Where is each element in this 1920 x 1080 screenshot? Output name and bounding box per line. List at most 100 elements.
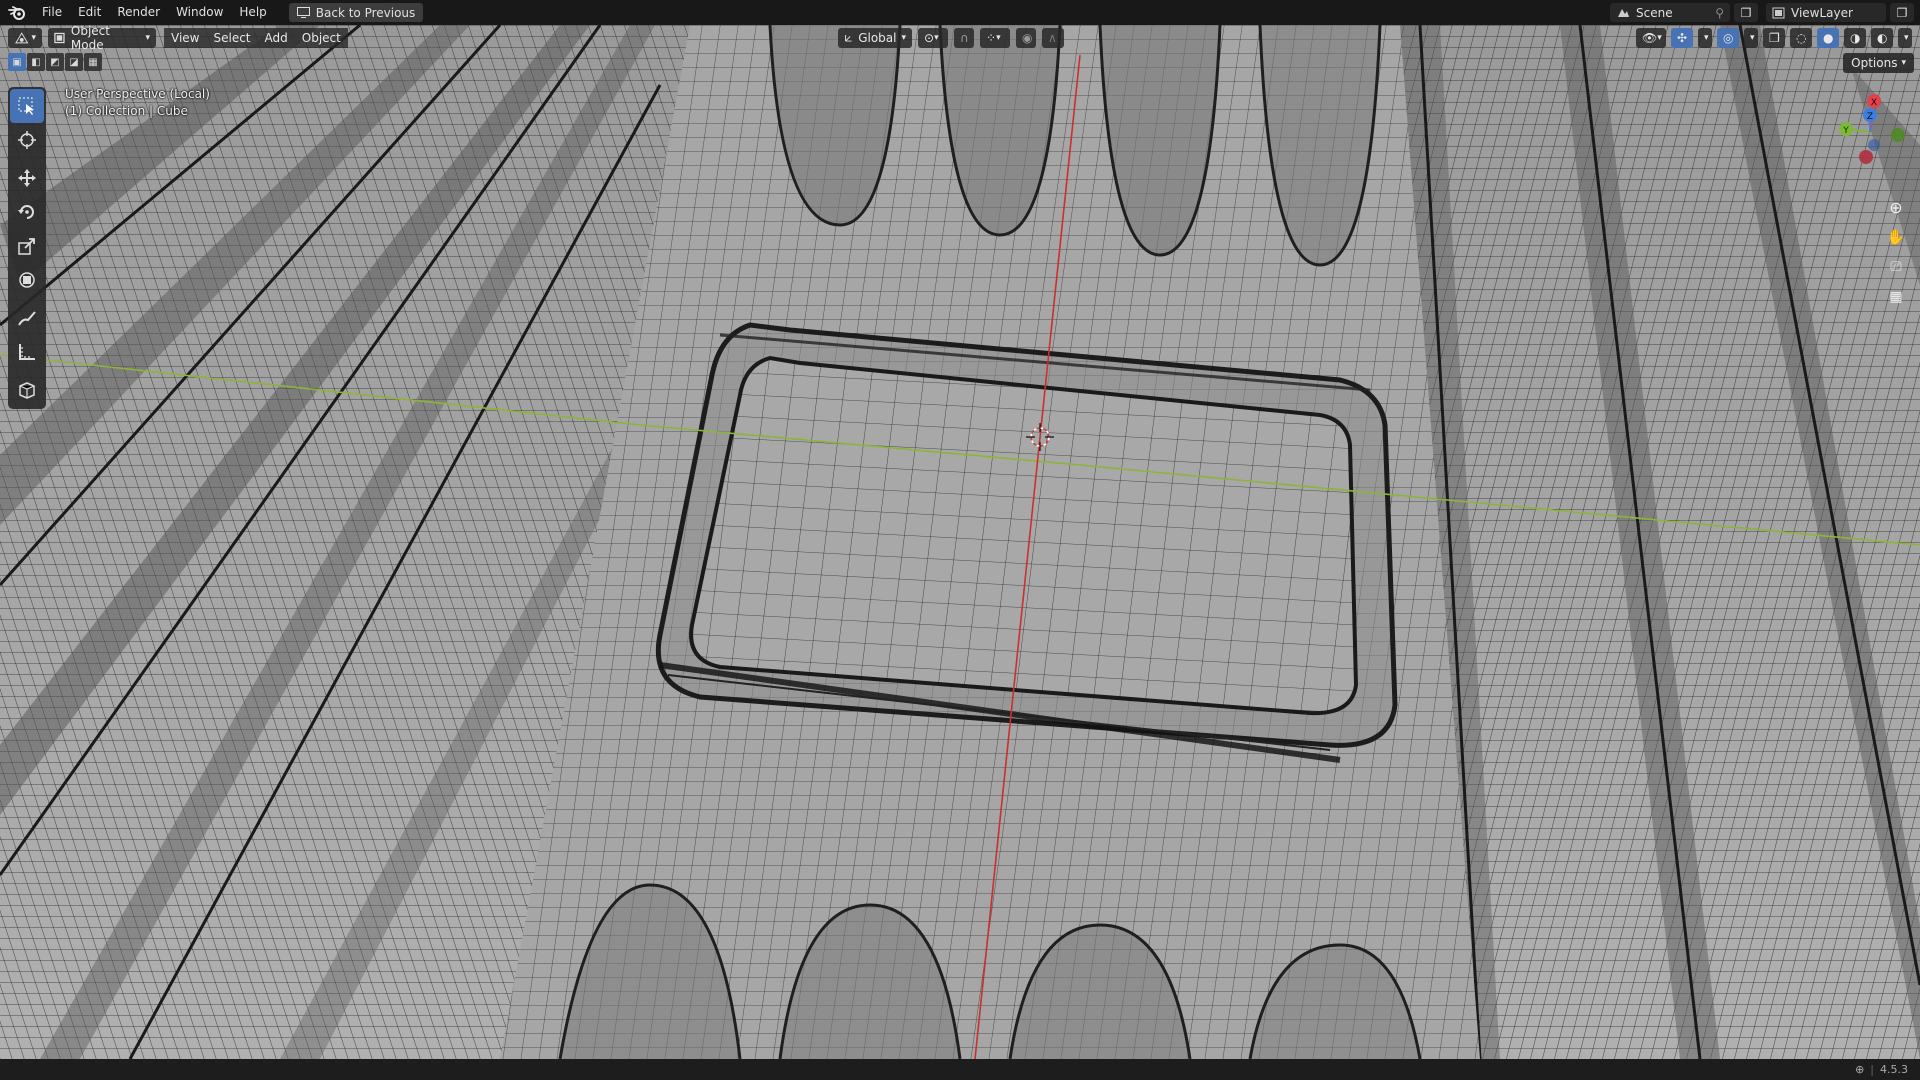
orientation-icon (845, 34, 852, 42)
pan-button[interactable]: ✋ (1884, 225, 1908, 249)
object-mode-dropdown[interactable]: Object Mode ▾ (48, 25, 156, 52)
menu-add[interactable]: Add (257, 28, 295, 48)
scale-icon (18, 238, 35, 255)
shading-wireframe-button[interactable]: ◌ (1790, 28, 1812, 48)
rotate-icon (18, 205, 34, 219)
selection-mode-buttons: ▣ ◧ ◩ ◪ ▦ (8, 53, 102, 71)
magnet-icon: ∩ (960, 31, 969, 45)
gizmo-x-label: X (1871, 98, 1877, 108)
object-mode-label: Object Mode (70, 25, 110, 52)
menu-object[interactable]: Object (294, 28, 348, 48)
gizmo-toggle[interactable]: ✣ (1671, 28, 1693, 48)
menu-window[interactable]: Window (168, 0, 231, 25)
viewport-display-controls: 👁 ▾ ✣ ▾ ◎ ▾ ❐ ◌ ● ◑ ◐ ▾ (1636, 28, 1914, 48)
pin-icon[interactable]: ⚲ (1715, 6, 1724, 20)
status-bar: ⊕ | 4.5.3 (0, 1059, 1920, 1080)
gizmo-dropdown[interactable]: ▾ (1698, 28, 1712, 48)
zoom-button[interactable]: ⊕ (1884, 195, 1908, 219)
shading-rendered-button[interactable]: ◐ (1871, 28, 1893, 48)
mesh-wireframe (0, 25, 1920, 1059)
pivot-icon: ⊙ (924, 31, 935, 45)
falloff-dropdown[interactable]: ∧ (1042, 28, 1064, 48)
rotate-tool[interactable] (10, 195, 44, 229)
scene-selector[interactable]: Scene ⚲ (1610, 3, 1730, 22)
back-to-previous-button[interactable]: Back to Previous (288, 3, 424, 22)
menu-view[interactable]: View (164, 28, 207, 48)
3d-view-icon (15, 32, 29, 44)
select-extend-button[interactable]: ◧ (27, 53, 45, 71)
globe-icon: ⊕ (1855, 1063, 1865, 1076)
proportional-edit-icon: ◉ (1022, 31, 1033, 45)
overlays-toggle[interactable]: ◎ (1717, 28, 1739, 48)
new-scene-button[interactable]: ❐ (1734, 3, 1758, 22)
version-text: 4.5.3 (1880, 1063, 1908, 1076)
screen-icon (296, 7, 310, 18)
zoom-icon: ⊕ (1889, 197, 1903, 217)
top-menubar: File Edit Render Window Help Back to Pre… (0, 0, 1920, 25)
gizmo-x-negative[interactable] (1859, 150, 1873, 164)
snap-target-dropdown[interactable]: ⁘ ▾ (980, 28, 1010, 48)
view-layer-selector[interactable]: ViewLayer (1766, 3, 1886, 22)
cursor-icon (18, 131, 36, 149)
move-tool[interactable] (10, 161, 44, 195)
add-cube-icon (19, 382, 35, 399)
select-extend-icon: ◧ (31, 56, 41, 68)
orientation-label: Global (858, 31, 897, 45)
snap-toggle[interactable]: ∩ (954, 28, 974, 48)
viewport-header: ▾ Object Mode ▾ View Select Add Object G… (0, 25, 1920, 52)
select-subtract-icon: ◩ (50, 56, 60, 68)
measure-tool[interactable] (10, 335, 44, 369)
ortho-toggle-button[interactable]: ▦ (1884, 285, 1908, 309)
editor-type-button[interactable]: ▾ (8, 28, 42, 48)
menu-edit[interactable]: Edit (70, 0, 109, 25)
blender-logo-icon[interactable] (0, 0, 34, 25)
proportional-edit-toggle[interactable]: ◉ (1016, 28, 1036, 48)
shading-solid-button[interactable]: ● (1817, 28, 1839, 48)
select-invert-button[interactable]: ◪ (65, 53, 83, 71)
gizmo-z-label: Z (1867, 112, 1873, 122)
shading-dropdown[interactable]: ▾ (1898, 28, 1912, 48)
transform-tool[interactable] (10, 263, 44, 297)
object-mode-icon (54, 32, 65, 44)
view-layer-icon (1772, 7, 1785, 18)
scene-icon (1618, 8, 1629, 17)
new-view-layer-button[interactable]: ❐ (1890, 3, 1914, 22)
gizmo-y-negative[interactable] (1891, 128, 1905, 142)
select-box-tool[interactable] (10, 89, 44, 123)
select-intersect-button[interactable]: ▦ (84, 53, 102, 71)
measure-icon (19, 344, 35, 360)
select-new-icon: ▣ (12, 56, 22, 68)
view-name-text: User Perspective (Local) (65, 87, 210, 101)
camera-view-button[interactable]: ⎚ (1884, 255, 1908, 279)
select-box-icon (18, 97, 34, 115)
3d-viewport[interactable]: ▾ Object Mode ▾ View Select Add Object G… (0, 25, 1920, 1059)
select-new-button[interactable]: ▣ (8, 53, 26, 71)
menu-render[interactable]: Render (109, 0, 168, 25)
select-subtract-button[interactable]: ◩ (46, 53, 64, 71)
annotate-icon (18, 311, 36, 326)
xray-toggle[interactable]: ❐ (1763, 28, 1785, 48)
add-cube-tool[interactable] (10, 373, 44, 407)
eye-icon: 👁 (1642, 31, 1658, 45)
navigation-gizmo[interactable]: X Y Z (1830, 87, 1910, 197)
cursor-tool[interactable] (10, 123, 44, 157)
material-sphere-icon: ◑ (1850, 31, 1861, 45)
visibility-dropdown[interactable]: 👁 ▾ (1636, 28, 1666, 48)
grid-icon: ▦ (1889, 289, 1903, 305)
transform-controls: Global ▾ ⊙ ▾ ∩ ⁘ ▾ ◉ ∧ (838, 28, 1066, 48)
overlays-dropdown[interactable]: ▾ (1744, 28, 1758, 48)
shading-material-button[interactable]: ◑ (1844, 28, 1866, 48)
options-dropdown[interactable]: Options ▾ (1843, 53, 1914, 73)
scale-tool[interactable] (10, 229, 44, 263)
annotate-tool[interactable] (10, 301, 44, 335)
copy-icon: ❐ (1896, 5, 1908, 20)
menu-file[interactable]: File (34, 0, 70, 25)
transform-icon (19, 272, 35, 288)
gizmo-y-label: Y (1842, 126, 1849, 136)
pivot-point-dropdown[interactable]: ⊙ ▾ (918, 28, 948, 48)
gizmo-z-negative[interactable] (1868, 139, 1880, 151)
orientation-dropdown[interactable]: Global ▾ (838, 28, 912, 48)
wireframe-sphere-icon: ◌ (1796, 31, 1807, 45)
menu-help[interactable]: Help (231, 0, 274, 25)
menu-select[interactable]: Select (206, 28, 258, 48)
